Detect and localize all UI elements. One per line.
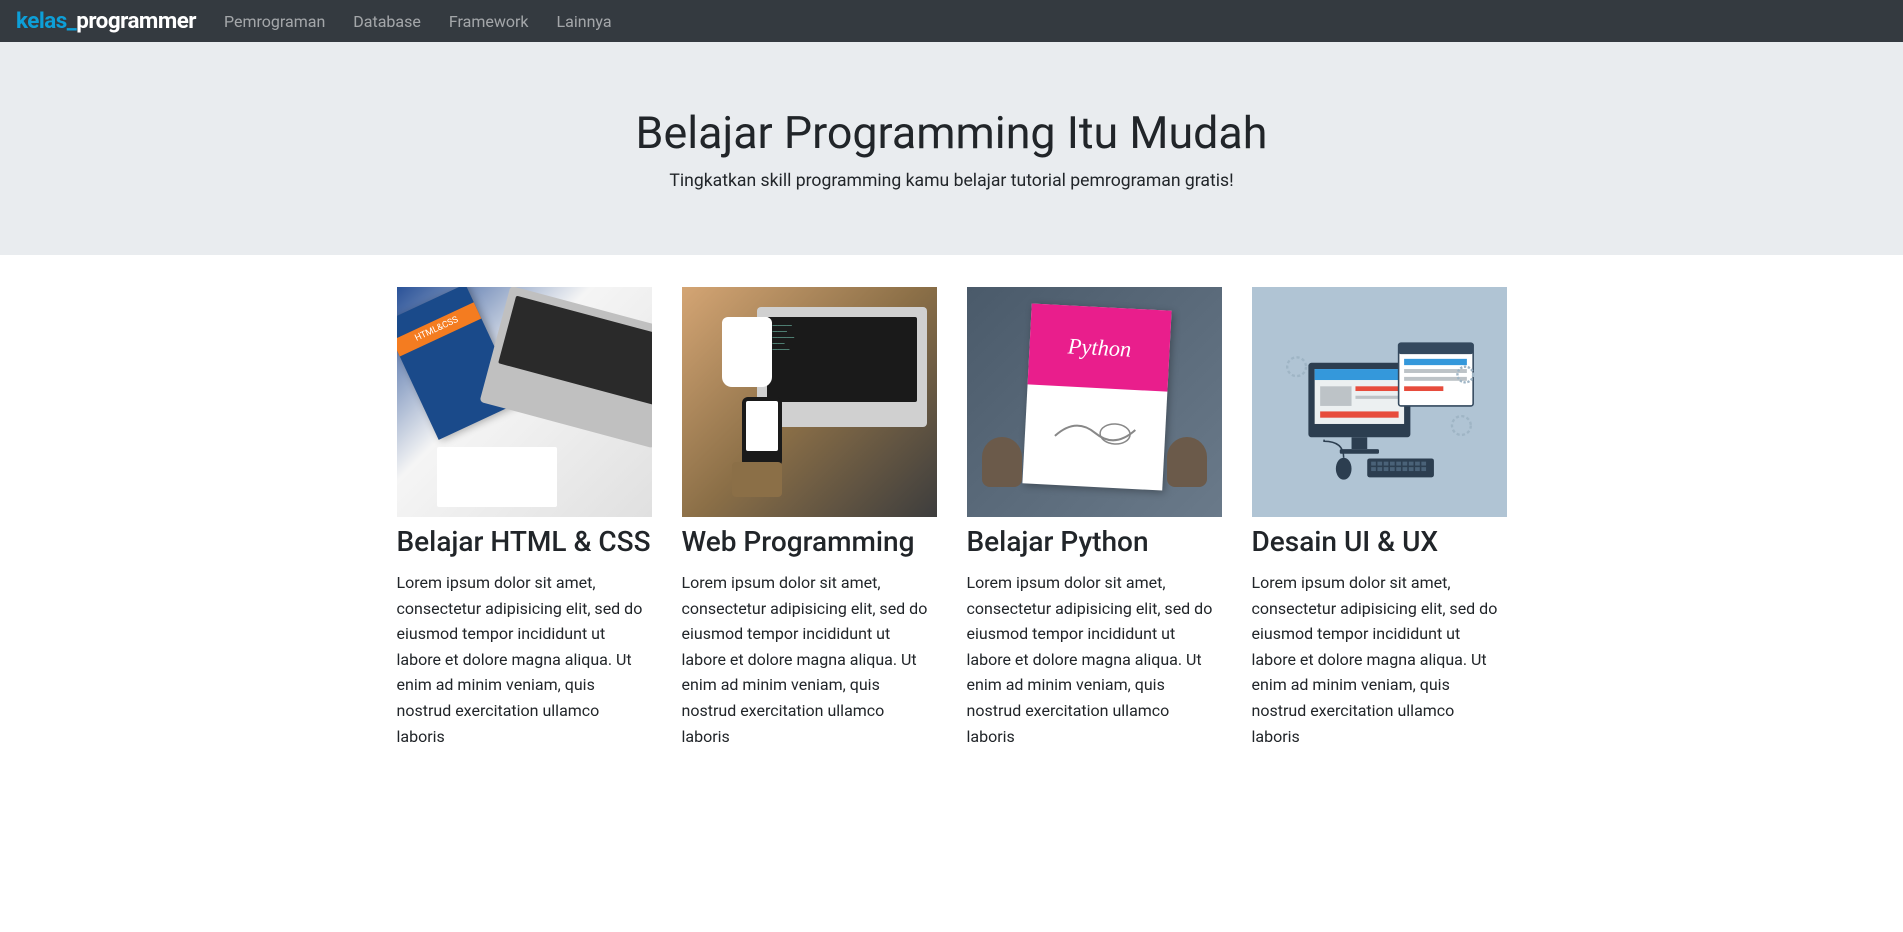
book-label: HTML&CSS — [397, 302, 481, 356]
nav-menu: Pemrograman Database Framework Lainnya — [212, 12, 624, 31]
card-image-html-css: HTML&CSS — [397, 287, 652, 517]
card-image-python: Python — [967, 287, 1222, 517]
card-text: Lorem ipsum dolor sit amet, consectetur … — [397, 570, 652, 749]
python-book-label: Python — [1027, 303, 1171, 391]
card-python: Python Belajar Python Lorem ipsum dolor … — [952, 287, 1237, 749]
brand-part1: kelas_ — [16, 8, 76, 34]
cards-row: HTML&CSS Belajar HTML & CSS Lorem ipsum … — [382, 287, 1522, 749]
card-title: Belajar Python — [967, 525, 1222, 558]
hero-section: Belajar Programming Itu Mudah Tingkatkan… — [0, 42, 1903, 255]
card-uiux: Desain UI & UX Lorem ipsum dolor sit ame… — [1237, 287, 1522, 749]
nav-item-database[interactable]: Database — [341, 4, 433, 39]
card-title: Belajar HTML & CSS — [397, 525, 652, 558]
nav-item-framework[interactable]: Framework — [437, 4, 541, 39]
card-web-programming: ━━━━━━━━━━━━━━━━━━━━━━━━━━━━━━━━━━━ Web … — [667, 287, 952, 749]
nav-item-pemrograman[interactable]: Pemrograman — [212, 4, 337, 39]
card-image-web-programming: ━━━━━━━━━━━━━━━━━━━━━━━━━━━━━━━━━━━ — [682, 287, 937, 517]
uiux-illustration-icon — [1277, 310, 1481, 494]
cards-container: HTML&CSS Belajar HTML & CSS Lorem ipsum … — [382, 287, 1522, 749]
card-html-css: HTML&CSS Belajar HTML & CSS Lorem ipsum … — [382, 287, 667, 749]
brand-part2: programmer — [76, 8, 196, 34]
card-title: Desain UI & UX — [1252, 525, 1507, 558]
card-text: Lorem ipsum dolor sit amet, consectetur … — [967, 570, 1222, 749]
card-image-uiux — [1252, 287, 1507, 517]
hero-title: Belajar Programming Itu Mudah — [32, 106, 1871, 159]
card-text: Lorem ipsum dolor sit amet, consectetur … — [1252, 570, 1507, 749]
nav-item-lainnya[interactable]: Lainnya — [545, 4, 624, 39]
brand-logo[interactable]: kelas_programmer — [16, 8, 196, 34]
card-text: Lorem ipsum dolor sit amet, consectetur … — [682, 570, 937, 749]
hero-subtitle: Tingkatkan skill programming kamu belaja… — [32, 171, 1871, 191]
navbar: kelas_programmer Pemrograman Database Fr… — [0, 0, 1903, 42]
card-title: Web Programming — [682, 525, 937, 558]
